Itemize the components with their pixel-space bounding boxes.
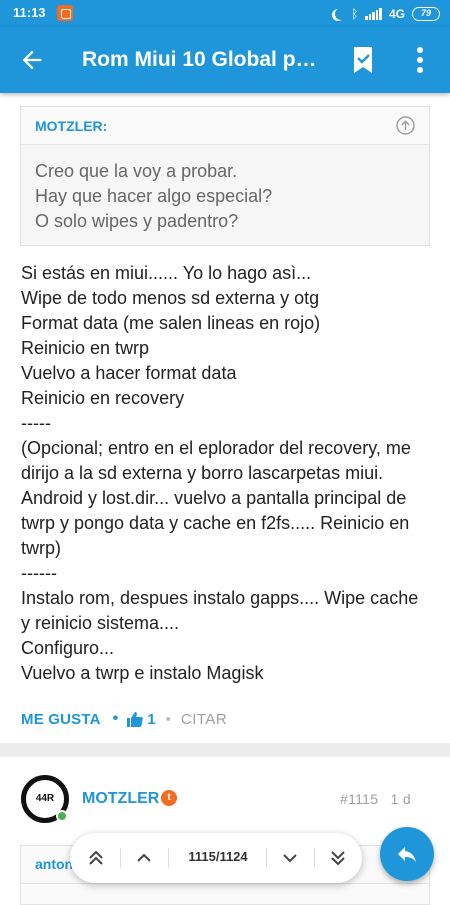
post-line: y reinicio sistema....: [21, 613, 180, 633]
bookmark-icon[interactable]: [352, 47, 374, 73]
quote-line: Hay que hacer algo especial?: [35, 186, 273, 206]
separator-dot: •: [112, 710, 119, 727]
separator-dot: •: [165, 710, 171, 728]
post-line: Wipe de todo menos sd externa y otg: [21, 288, 320, 308]
page-navigator: 1115/1124: [70, 833, 362, 883]
reply-arrow-icon: [398, 847, 416, 862]
post-line: twrp y pongo data y cache en f2fs..... R…: [21, 513, 410, 533]
navigator-divider: [314, 848, 315, 868]
dnd-moon-icon: [335, 8, 347, 20]
next-page-chevron-icon[interactable]: [278, 846, 302, 870]
post-line: dirijo a la sd externa y borro lascarpet…: [21, 463, 384, 483]
more-options-icon[interactable]: [410, 45, 430, 75]
post-line: Instalo rom, despues instalo gapps.... W…: [21, 588, 419, 608]
post-line: Reinicio en recovery: [21, 388, 185, 408]
battery-icon: 79: [412, 7, 440, 21]
post-line: Configuro...: [21, 638, 115, 658]
quote-header: MOTZLER:: [21, 107, 429, 145]
quote-line: Creo que la voy a probar.: [35, 161, 238, 181]
first-page-chevron-icon[interactable]: [84, 846, 108, 870]
online-status-dot: [56, 810, 68, 822]
navigator-divider: [120, 848, 121, 868]
reply-button[interactable]: [380, 827, 434, 881]
signal-icon: [365, 8, 382, 20]
post-line: (Opcional; entro en el eplorador del rec…: [21, 438, 411, 458]
post-line: -----: [21, 413, 51, 433]
quote-line: O solo wipes y padentro?: [35, 211, 239, 231]
navigator-divider: [266, 848, 267, 868]
post-number[interactable]: #1115: [340, 791, 378, 807]
post-author[interactable]: MOTZLER: [82, 790, 159, 808]
post-body: Si estás en miui...... Yo lo hago asì...…: [21, 261, 436, 686]
page-title: Rom Miui 10 Global para Mi A1: [82, 48, 327, 71]
notification-icon: [57, 5, 73, 21]
navigator-divider: [168, 848, 169, 868]
post-line: Vuelvo a twrp e instalo Magisk: [21, 663, 264, 683]
post-meta: #1115 1 d: [340, 791, 411, 807]
post-line: Reinicio en twrp: [21, 338, 150, 358]
status-icons: ᛒ 4G 79: [332, 4, 440, 24]
status-bar: 11:13 ᛒ 4G 79: [0, 0, 450, 27]
thumbs-up-icon[interactable]: [127, 711, 144, 727]
quote-block: MOTZLER: Creo que la voy a probar. Hay q…: [20, 106, 430, 246]
bluetooth-icon: ᛒ: [351, 7, 359, 21]
user-badge-icon: t: [161, 790, 177, 806]
last-page-chevron-icon[interactable]: [326, 846, 350, 870]
back-arrow-icon[interactable]: [18, 46, 46, 74]
like-button[interactable]: ME GUSTA: [21, 711, 101, 728]
quote-author-2[interactable]: anton: [35, 856, 73, 872]
post-line: ------: [21, 563, 57, 583]
page-indicator[interactable]: 1115/1124: [178, 849, 258, 864]
app-bar: Rom Miui 10 Global para Mi A1: [0, 27, 450, 93]
post-line: twrp): [21, 538, 61, 558]
quote-text: Creo que la voy a probar. Hay que hacer …: [21, 145, 429, 234]
post-line: Android y lost.dir... vuelvo a pantalla …: [21, 488, 407, 508]
post-line: Si estás en miui...... Yo lo hago asì...: [21, 263, 312, 283]
post-line: Vuelvo a hacer format data: [21, 363, 237, 383]
quote-button[interactable]: CITAR: [181, 711, 227, 728]
status-time: 11:13: [13, 5, 46, 20]
quote-author[interactable]: MOTZLER:: [35, 118, 107, 134]
network-type: 4G: [388, 7, 405, 21]
like-count: 1: [147, 710, 156, 728]
post-line: Format data (me salen lineas en rojo): [21, 313, 321, 333]
post-divider: [0, 743, 450, 757]
previous-page-chevron-icon[interactable]: [132, 846, 156, 870]
arrow-up-circle-icon[interactable]: [396, 116, 415, 135]
post-age: 1 d: [390, 791, 411, 807]
post-actions: ME GUSTA • 1 • CITAR: [21, 708, 227, 730]
